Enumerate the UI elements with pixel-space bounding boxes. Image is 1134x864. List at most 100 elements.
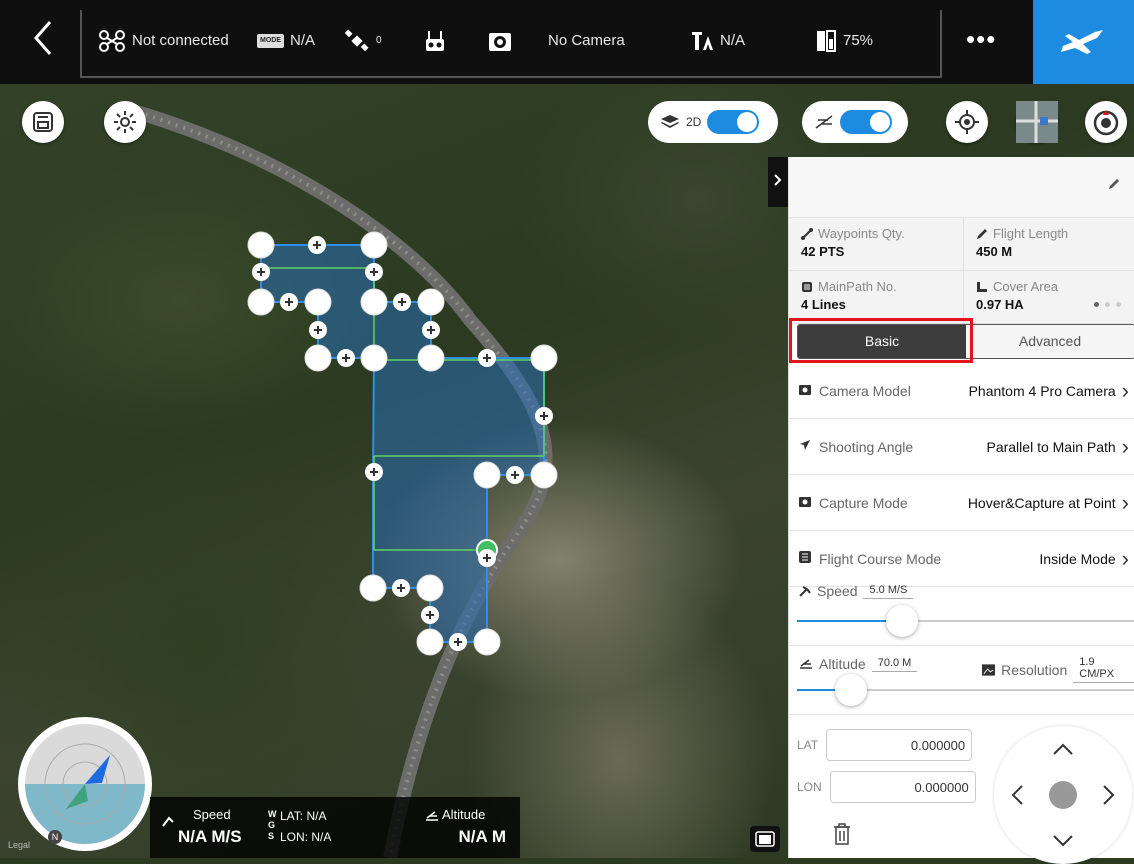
speed-label-group: Speed 5.0 M/S xyxy=(799,583,914,599)
lat-label: LAT xyxy=(797,738,819,752)
battery-icon xyxy=(817,30,836,52)
map-type-button[interactable] xyxy=(1016,101,1058,143)
satellite-icon xyxy=(344,29,369,52)
speed-slider-knob[interactable] xyxy=(885,605,918,637)
chevron-up-icon[interactable] xyxy=(1052,742,1074,756)
altitude-value: N/A M xyxy=(458,827,506,846)
altitude-slider[interactable] xyxy=(797,674,1134,706)
aircraft-target-icon xyxy=(1093,110,1119,136)
route-display-toggle[interactable] xyxy=(802,101,908,143)
image-icon xyxy=(982,663,996,676)
pencil-icon xyxy=(977,228,987,239)
mode-value: N/A xyxy=(290,32,316,49)
fly-button[interactable] xyxy=(1033,0,1134,84)
edit-icon[interactable] xyxy=(1107,177,1121,191)
telemetry-lat: LAT: N/A xyxy=(280,809,327,823)
north-indicator: N xyxy=(48,830,62,844)
altitude-label: Altitude xyxy=(442,807,486,822)
mission-settings-button[interactable] xyxy=(104,101,146,143)
direction-icon xyxy=(799,439,819,454)
mission-name-header[interactable] xyxy=(789,157,1134,218)
shooting-angle-row[interactable]: Shooting Angle Parallel to Main Path › xyxy=(789,419,1134,475)
tab-basic[interactable]: Basic xyxy=(798,325,966,358)
chevron-right-icon: › xyxy=(1121,433,1129,459)
compass-radar-graphic xyxy=(25,724,145,844)
crosshair-icon xyxy=(955,110,979,134)
resolution-label-group: Resolution 1.9 CM/PX xyxy=(982,656,1134,683)
speed-label: Speed xyxy=(193,807,231,822)
camera-status xyxy=(488,30,512,52)
gws-s: S xyxy=(268,831,275,841)
settings-tabs: Basic Advanced xyxy=(797,324,1134,359)
layers-icon xyxy=(661,115,679,128)
camera-label: No Camera xyxy=(548,32,625,49)
camera-model-row[interactable]: Camera Model Phantom 4 Pro Camera › xyxy=(789,363,1134,419)
camera-icon xyxy=(489,33,511,51)
speed-label: Speed xyxy=(817,583,858,599)
gws-indicator: W G S xyxy=(268,809,277,842)
remote-controller-status xyxy=(424,30,446,52)
chevron-left-icon[interactable] xyxy=(1010,784,1024,806)
locate-button[interactable] xyxy=(946,101,988,143)
stat-waypoints: Waypoints Qty. 42 PTS xyxy=(789,218,964,271)
chevron-right-icon[interactable] xyxy=(1102,784,1116,806)
capture-mode-row[interactable]: Capture Mode Hover&Capture at Point › xyxy=(789,475,1134,531)
2d-view-toggle[interactable]: 2D xyxy=(648,101,778,143)
row-label: Capture Mode xyxy=(819,494,908,511)
altitude-label-group: Altitude 70.0 M xyxy=(799,656,918,672)
speed-icon xyxy=(162,816,174,827)
mission-stats: Waypoints Qty. 42 PTS Flight Length 450 … xyxy=(789,218,1134,324)
speed-icon xyxy=(799,586,811,597)
chevron-down-icon[interactable] xyxy=(1052,834,1074,848)
gws-g: G xyxy=(268,820,276,830)
stat-value: 42 PTS xyxy=(801,244,845,259)
view-switch[interactable] xyxy=(707,110,760,134)
gps-count: 0 xyxy=(376,35,382,46)
top-status-bar: Not connected MODE N/A 0 No Camera N/A 7… xyxy=(0,0,1134,84)
panel-collapse-button[interactable] xyxy=(768,157,788,207)
dpad-center-button[interactable] xyxy=(1049,781,1077,809)
compass-radar: N xyxy=(18,717,152,851)
view-toggle-label: 2D xyxy=(686,115,702,129)
stat-flight-length: Flight Length 450 M xyxy=(964,218,1134,271)
altitude-icon xyxy=(426,811,438,821)
row-value: Inside Mode xyxy=(1039,550,1116,567)
back-button[interactable] xyxy=(22,18,62,70)
mode-badge: MODE xyxy=(257,34,284,48)
legal-link[interactable]: Legal xyxy=(8,840,30,850)
camera-icon xyxy=(799,496,819,510)
save-icon xyxy=(33,112,53,132)
telemetry-lon: LON: N/A xyxy=(280,830,332,844)
route-switch[interactable] xyxy=(840,110,892,134)
aircraft-locate-button[interactable] xyxy=(1085,101,1127,143)
signal-value: N/A xyxy=(720,32,746,49)
waypoint-icon xyxy=(801,227,813,240)
map-thumbnail-icon xyxy=(1016,101,1058,143)
speed-setting: Speed 5.0 M/S xyxy=(789,573,1134,646)
drone-icon xyxy=(99,30,125,52)
mainpath-icon xyxy=(799,551,819,566)
more-menu-button[interactable]: ••• xyxy=(966,24,996,55)
connection-text: Not connected xyxy=(132,32,229,49)
lon-field-group: LON 0.000000 xyxy=(797,771,976,803)
stat-label: Cover Area xyxy=(993,279,1059,294)
altitude-value: 70.0 M xyxy=(871,657,918,672)
lat-input[interactable]: 0.000000 xyxy=(826,729,973,761)
hd-signal-icon xyxy=(692,32,713,50)
connection-status[interactable]: Not connected xyxy=(98,30,229,52)
lon-label: LON xyxy=(797,780,822,794)
waypoint-direction-pad xyxy=(994,726,1132,864)
more-icon: ••• xyxy=(966,24,997,54)
trash-icon xyxy=(834,823,850,845)
camera-view-switch-button[interactable] xyxy=(750,826,780,852)
save-mission-button[interactable] xyxy=(22,101,64,143)
resolution-value: 1.9 CM/PX xyxy=(1073,656,1134,683)
speed-slider[interactable] xyxy=(797,605,1134,637)
tab-advanced[interactable]: Advanced xyxy=(966,325,1134,358)
delete-button[interactable] xyxy=(833,823,851,851)
stat-mainpath: MainPath No. 4 Lines xyxy=(789,271,964,324)
lat-field-group: LAT 0.000000 xyxy=(797,729,973,761)
lon-input[interactable]: 0.000000 xyxy=(829,771,976,803)
gps-status: 0 xyxy=(344,29,382,52)
altitude-slider-knob[interactable] xyxy=(835,674,868,706)
